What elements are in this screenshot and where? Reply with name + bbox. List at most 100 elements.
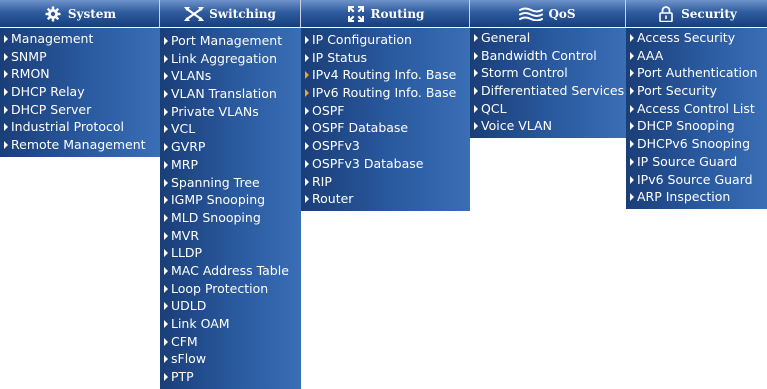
menu-item-label: Link OAM — [171, 316, 230, 331]
menu-item-label: MVR — [171, 227, 200, 243]
menu-item-routing-9[interactable]: Router — [301, 190, 470, 208]
menu-item-label: Link Aggregation — [171, 50, 278, 66]
menu-item-security-5[interactable]: DHCP Snooping — [626, 117, 767, 135]
menu-item-switching-3[interactable]: VLAN Translation — [160, 85, 301, 103]
menu-item-label: Remote Management — [11, 137, 146, 153]
menu-arrow-icon — [164, 266, 168, 275]
menu-item-switching-18[interactable]: sFlow — [160, 350, 301, 368]
menu-arrow-icon — [630, 34, 634, 42]
menu-item-switching-9[interactable]: IGMP Snooping — [160, 191, 301, 209]
menu-item-label: Storm Control — [481, 65, 568, 81]
menu-item-routing-7[interactable]: OSPFv3 Database — [301, 155, 470, 173]
menu-item-system-4[interactable]: DHCP Server — [0, 101, 160, 119]
menu-item-qos-1[interactable]: Bandwidth Control — [470, 47, 626, 65]
menu-item-routing-0[interactable]: IP Configuration — [301, 31, 470, 49]
menu-item-label: Industrial Protocol — [11, 119, 124, 135]
menu-item-switching-0[interactable]: Port Management — [160, 32, 301, 50]
menu-item-security-8[interactable]: IPv6 Source Guard — [626, 171, 767, 189]
menu-item-switching-7[interactable]: MRP — [160, 156, 301, 174]
menu-arrow-icon — [305, 159, 309, 168]
menu-item-switching-17[interactable]: CFM — [160, 333, 301, 351]
menu-item-system-1[interactable]: SNMP — [0, 48, 160, 66]
menu-item-routing-5[interactable]: OSPF Database — [301, 119, 470, 137]
menu-item-routing-6[interactable]: OSPFv3 — [301, 137, 470, 155]
menu-item-security-9[interactable]: ARP Inspection — [626, 188, 767, 206]
menu-item-system-0[interactable]: Management — [0, 30, 160, 48]
menu-item-switching-2[interactable]: VLANs — [160, 67, 301, 85]
menu-item-switching-19[interactable]: PTP — [160, 368, 301, 386]
menu-item-system-3[interactable]: DHCP Relay — [0, 83, 160, 101]
menu-arrow-icon — [164, 37, 168, 45]
menu-arrow-icon — [630, 193, 634, 202]
menu-arrow-icon — [4, 123, 8, 132]
tab-system[interactable]: System — [0, 0, 160, 27]
menu-item-qos-0[interactable]: General — [470, 29, 626, 47]
menu-bottom-padding — [470, 135, 626, 138]
menu-arrow-icon — [305, 177, 309, 186]
menu-arrow-icon — [164, 249, 168, 258]
menu-item-label: OSPFv3 — [312, 138, 360, 154]
menu-item-switching-13[interactable]: MAC Address Table — [160, 262, 301, 280]
menu-bottom-padding — [160, 386, 301, 389]
menu-item-routing-2[interactable]: IPv4 Routing Info. Base — [301, 66, 470, 84]
switching-arrows-icon — [184, 6, 205, 22]
tab-qos[interactable]: QoS — [470, 0, 626, 27]
menu-item-label: VLANs — [171, 68, 212, 84]
tab-routing[interactable]: Routing — [301, 0, 470, 27]
tab-switching[interactable]: Switching — [160, 0, 301, 27]
menu-item-switching-4[interactable]: Private VLANs — [160, 103, 301, 121]
menu-item-routing-3[interactable]: IPv6 Routing Info. Base — [301, 84, 470, 102]
menu-item-routing-8[interactable]: RIP — [301, 173, 470, 191]
menu-item-switching-1[interactable]: Link Aggregation — [160, 50, 301, 68]
menu-item-switching-14[interactable]: Loop Protection — [160, 280, 301, 298]
menu-arrow-icon — [4, 52, 8, 61]
menu-arrow-icon — [474, 87, 478, 96]
menu-item-switching-16[interactable]: Link OAM — [160, 315, 301, 333]
routing-arrows-icon — [346, 5, 366, 22]
tab-security[interactable]: Security — [626, 0, 767, 27]
menu-arrow-icon — [630, 69, 634, 78]
menu-item-system-5[interactable]: Industrial Protocol — [0, 118, 160, 136]
menu-item-switching-5[interactable]: VCL — [160, 120, 301, 138]
menu-arrow-icon — [305, 106, 309, 115]
menu-item-qos-5[interactable]: Voice VLAN — [470, 117, 626, 135]
qos-menu: General Bandwidth Control Storm Control Dif… — [470, 28, 626, 139]
menu-item-routing-4[interactable]: OSPF — [301, 102, 470, 120]
menu-item-security-7[interactable]: IP Source Guard — [626, 153, 767, 171]
menu-arrow-icon — [4, 35, 8, 43]
menu-item-qos-3[interactable]: Differentiated Services — [470, 82, 626, 100]
menu-arrow-icon — [164, 302, 168, 311]
menu-item-label: IPv6 Source Guard — [637, 171, 753, 187]
menu-item-security-3[interactable]: Port Security — [626, 82, 767, 100]
menu-item-security-2[interactable]: Port Authentication — [626, 64, 767, 82]
menu-arrow-icon — [164, 178, 168, 187]
menu-item-security-1[interactable]: AAA — [626, 47, 767, 65]
menu-item-qos-2[interactable]: Storm Control — [470, 64, 626, 82]
menu-item-qos-4[interactable]: QCL — [470, 100, 626, 118]
menu-item-switching-15[interactable]: UDLD — [160, 297, 301, 315]
menu-arrow-icon — [305, 142, 309, 151]
menu-item-label: General — [481, 30, 531, 45]
padlock-icon — [656, 5, 676, 22]
routing-menu: IP Configuration IP Status IPv4 Routing In… — [301, 28, 470, 211]
menu-item-security-4[interactable]: Access Control List — [626, 100, 767, 118]
menu-arrow-icon — [630, 122, 634, 131]
menu-item-system-6[interactable]: Remote Management — [0, 136, 160, 154]
menu-item-switching-6[interactable]: GVRP — [160, 138, 301, 156]
menu-item-label: Access Security — [637, 30, 736, 45]
menu-item-security-6[interactable]: DHCPv6 Snooping — [626, 135, 767, 153]
menu-arrow-icon — [305, 89, 309, 98]
menu-item-switching-10[interactable]: MLD Snooping — [160, 209, 301, 227]
menu-item-label: Port Management — [171, 33, 283, 48]
menu-item-security-0[interactable]: Access Security — [626, 29, 767, 47]
menu-arrow-icon — [164, 284, 168, 293]
menu-item-label: sFlow — [171, 351, 207, 367]
menu-item-switching-8[interactable]: Spanning Tree — [160, 174, 301, 192]
menu-item-switching-12[interactable]: LLDP — [160, 244, 301, 262]
menu-item-switching-11[interactable]: MVR — [160, 227, 301, 245]
menu-arrow-icon — [305, 124, 309, 133]
menu-item-label: Differentiated Services — [481, 83, 625, 99]
menu-item-routing-1[interactable]: IP Status — [301, 49, 470, 67]
menu-item-system-2[interactable]: RMON — [0, 65, 160, 83]
menu-arrow-icon — [305, 36, 309, 44]
